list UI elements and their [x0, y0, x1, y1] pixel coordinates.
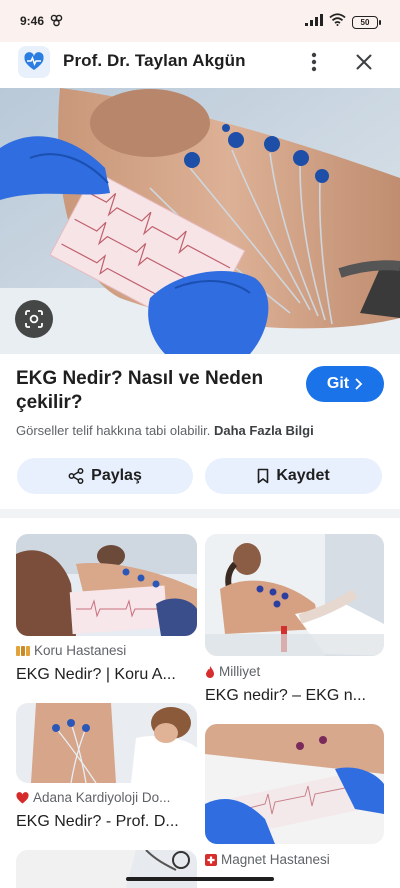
- pinwheel-icon: [50, 14, 63, 32]
- share-button[interactable]: Paylaş: [17, 458, 193, 494]
- section-divider: [0, 509, 400, 518]
- copyright-text: Görseller telif hakkına tabi olabilir.: [16, 423, 211, 438]
- heart-icon: [16, 791, 29, 803]
- signal-icon: [305, 13, 323, 31]
- battery-indicator: 50: [352, 15, 381, 29]
- heart-pulse-icon: [24, 52, 44, 70]
- site-title[interactable]: Prof. Dr. Taylan Akgün: [63, 51, 246, 71]
- close-button[interactable]: [350, 48, 378, 76]
- related-image[interactable]: [16, 703, 197, 783]
- related-source: Milliyet: [205, 664, 260, 679]
- save-button[interactable]: Kaydet: [205, 458, 382, 494]
- hospital-cross-icon: [205, 853, 217, 866]
- more-options-button[interactable]: [300, 48, 328, 76]
- related-source: Adana Kardiyoloji Do...: [16, 790, 170, 805]
- related-source-label: Magnet Hastanesi: [221, 852, 330, 867]
- flame-icon: [206, 665, 214, 678]
- related-source-label: Milliyet: [219, 664, 261, 679]
- status-bar: 9:46 50: [0, 0, 400, 42]
- bookmark-icon: [258, 468, 269, 484]
- site-logo: [18, 46, 50, 78]
- related-source: Magnet Hastanesi: [205, 852, 330, 867]
- related-image[interactable]: [205, 534, 384, 656]
- close-icon: [356, 54, 372, 70]
- lens-icon: [25, 310, 43, 328]
- copyright-notice: Görseller telif hakkına tabi olabilir. D…: [16, 423, 314, 438]
- related-source-label: Adana Kardiyoloji Do...: [33, 790, 171, 805]
- related-source-label: Koru Hastanesi: [34, 643, 127, 658]
- save-label: Kaydet: [276, 467, 330, 484]
- lens-search-button[interactable]: [15, 300, 53, 338]
- share-icon: [68, 468, 84, 484]
- status-time: 9:46: [20, 14, 45, 28]
- result-title[interactable]: EKG Nedir? Nasıl ve Neden çekilir?: [16, 367, 286, 415]
- related-title[interactable]: EKG Nedir? - Prof. D...: [16, 813, 196, 831]
- related-title[interactable]: EKG nedir? – EKG n...: [205, 687, 385, 705]
- more-info-link[interactable]: Daha Fazla Bilgi: [214, 423, 314, 438]
- main-image[interactable]: [0, 88, 400, 354]
- related-image[interactable]: [16, 850, 197, 888]
- visit-label: Git: [326, 375, 350, 392]
- viewer-header: Prof. Dr. Taylan Akgün: [0, 42, 400, 90]
- related-image[interactable]: [205, 724, 384, 844]
- share-label: Paylaş: [91, 467, 142, 484]
- visit-button[interactable]: Git: [306, 366, 384, 402]
- related-title[interactable]: EKG Nedir? | Koru A...: [16, 666, 196, 684]
- source-favicon-icon: [16, 645, 30, 656]
- chevron-right-icon: [355, 378, 363, 390]
- wifi-icon: [329, 13, 346, 31]
- home-indicator[interactable]: [126, 877, 274, 881]
- more-vert-icon: [311, 52, 317, 72]
- related-image[interactable]: [16, 534, 197, 636]
- related-source: Koru Hastanesi: [16, 643, 126, 658]
